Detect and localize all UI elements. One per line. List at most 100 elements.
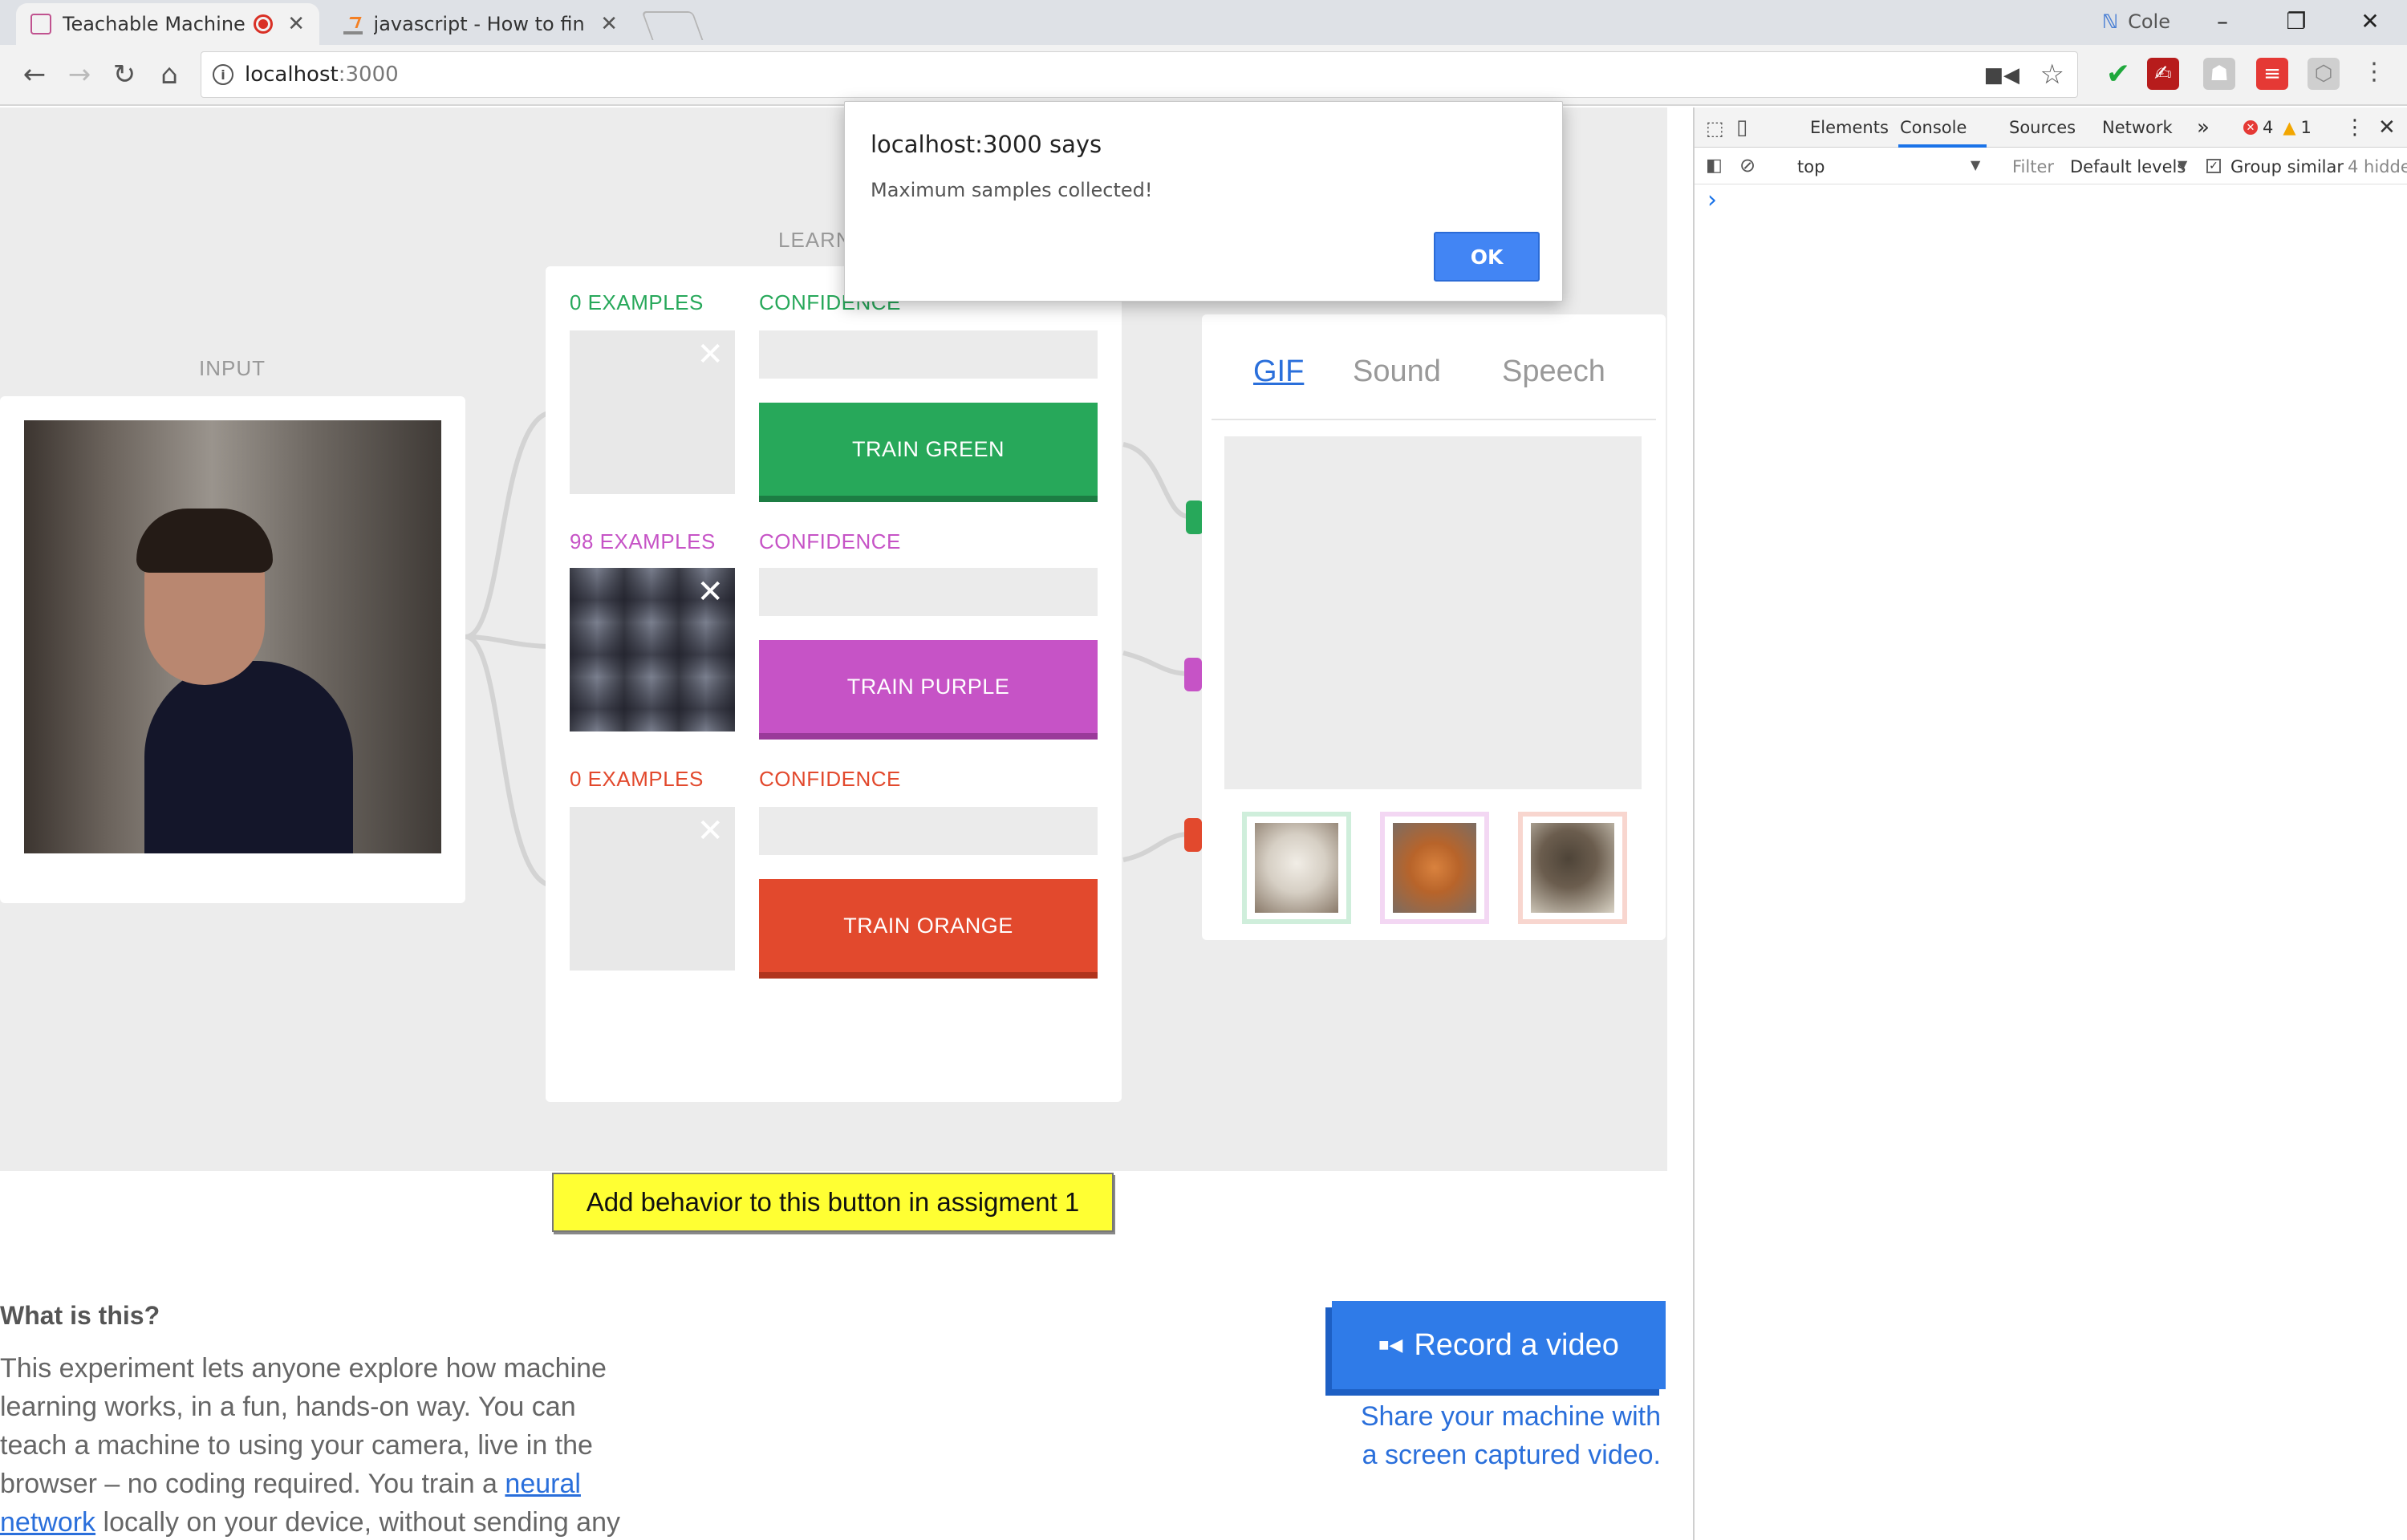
more-tabs-icon[interactable]: » <box>2197 116 2210 140</box>
neural-network-link[interactable]: network <box>0 1507 95 1538</box>
train-green-button[interactable]: TRAIN GREEN <box>759 403 1098 496</box>
sidebar-toggle-icon[interactable]: ◧ <box>1706 156 1723 176</box>
devtools-menu-icon[interactable]: ⋮ <box>2344 116 2365 140</box>
checkmark-extension-icon[interactable]: ✔ <box>2102 58 2134 91</box>
close-devtools-icon[interactable]: ✕ <box>2378 116 2396 140</box>
tab-gif[interactable]: GIF <box>1253 355 1304 389</box>
gif-preview-area <box>1224 436 1642 789</box>
learning-label: LEARN <box>778 228 852 252</box>
back-button[interactable]: ← <box>13 53 56 96</box>
green-examples-box: ✕ <box>570 330 735 494</box>
reload-button[interactable]: ↻ <box>103 53 146 96</box>
wire-orange-to-output <box>1122 832 1190 862</box>
devtools-tab-network[interactable]: Network <box>2102 118 2173 137</box>
purple-confidence-bar <box>759 568 1098 616</box>
bookmark-star-icon[interactable]: ☆ <box>2040 59 2064 91</box>
learning-card: 0 EXAMPLES CONFIDENCE ✕ TRAIN GREEN 98 E… <box>546 266 1122 1102</box>
tab-sound[interactable]: Sound <box>1353 355 1441 389</box>
home-icon: ⌂ <box>160 59 178 91</box>
tab-title: Teachable Machine <box>62 13 246 35</box>
forward-button[interactable]: → <box>58 53 101 96</box>
restore-button[interactable]: ❐ <box>2259 0 2333 42</box>
group-similar-label: Group similar <box>2230 157 2344 176</box>
devtools-panel: ⬚ ▯ Elements Console Sources Network » ✕… <box>1693 107 2407 1540</box>
green-examples-count: 0 EXAMPLES <box>570 290 704 314</box>
browser-tab-strip: Teachable Machine ✕ javascript - How to … <box>0 0 2407 45</box>
error-count[interactable]: ✕ 4 ▲ 1 <box>2243 118 2312 137</box>
hidden-messages-count: 4 hidde <box>2348 157 2407 176</box>
close-window-button[interactable]: ✕ <box>2333 0 2407 42</box>
pdf-extension-icon[interactable]: ✍ <box>2147 58 2179 90</box>
description-line: This experiment lets anyone explore how … <box>0 1353 607 1384</box>
description-line: network locally on your device, without … <box>0 1507 620 1538</box>
assignment-button[interactable]: Add behavior to this button in assigment… <box>552 1173 1114 1232</box>
wire-purple-to-output <box>1122 650 1190 676</box>
wire-input-to-orange <box>465 634 554 888</box>
device-toolbar-icon[interactable]: ▯ <box>1736 116 1747 140</box>
chrome-menu-icon[interactable]: ⋮ <box>2362 58 2386 86</box>
webcam-person-hair <box>136 509 273 573</box>
dialog-message: Maximum samples collected! <box>871 179 1153 201</box>
dialog-ok-button[interactable]: OK <box>1434 232 1540 282</box>
page-viewport: INPUT LEARN 0 EXAMPLES CONFIDENCE ✕ TRAI… <box>0 107 1667 1540</box>
train-orange-button[interactable]: TRAIN ORANGE <box>759 879 1098 972</box>
gif-option-orange[interactable] <box>1518 812 1627 924</box>
gray-extension-icon[interactable]: ☗ <box>2203 58 2235 90</box>
clear-console-icon[interactable]: ⊘ <box>1739 154 1756 176</box>
console-filter-bar: ◧ ⊘ top ▼ Filter Default levels ▼ ✓ Grou… <box>1695 148 2407 184</box>
output-tabs-divider <box>1212 419 1656 420</box>
record-video-button[interactable]: ■◀ Record a video <box>1332 1301 1666 1389</box>
gif-option-green[interactable] <box>1242 812 1351 924</box>
tab-teachable-machine[interactable]: Teachable Machine ✕ <box>16 3 319 45</box>
cube-extension-icon[interactable]: ⬡ <box>2308 58 2340 90</box>
gif-option-purple[interactable] <box>1380 812 1489 924</box>
site-info-icon[interactable]: i <box>213 64 233 85</box>
green-confidence-bar <box>759 330 1098 379</box>
camera-in-use-icon[interactable]: ■◀ <box>1983 63 2019 87</box>
clear-orange-examples-icon[interactable]: ✕ <box>696 815 724 847</box>
warning-icon: ▲ <box>2283 118 2296 137</box>
console-prompt-icon[interactable]: › <box>1707 186 1717 214</box>
browser-toolbar: ← → ↻ ⌂ i localhost:3000 ■◀ ☆ ✔ ✍ ☗ ≡ ⬡ … <box>0 45 2407 106</box>
train-purple-button[interactable]: TRAIN PURPLE <box>759 640 1098 733</box>
log-levels-dropdown[interactable]: Default levels <box>2070 157 2186 176</box>
forward-arrow-icon: → <box>67 59 91 91</box>
home-button[interactable]: ⌂ <box>148 53 191 96</box>
purple-confidence-label: CONFIDENCE <box>759 529 901 553</box>
devtools-tab-console[interactable]: Console <box>1900 118 1967 137</box>
new-tab-button[interactable] <box>641 11 704 40</box>
devtools-tabbar: ⬚ ▯ Elements Console Sources Network » ✕… <box>1695 107 2407 148</box>
purple-output-port <box>1184 658 1202 691</box>
clear-purple-examples-icon[interactable]: ✕ <box>696 576 724 608</box>
profile-name: Cole <box>2128 10 2170 33</box>
close-tab-icon[interactable]: ✕ <box>287 12 305 36</box>
group-similar-checkbox[interactable]: ✓ <box>2206 159 2221 173</box>
orange-confidence-label: CONFIDENCE <box>759 767 901 791</box>
console-filter-input[interactable]: Filter <box>2012 157 2054 176</box>
levels-dropdown-icon[interactable]: ▼ <box>2178 157 2187 172</box>
video-camera-icon: ■◀ <box>1378 1335 1403 1355</box>
error-icon: ✕ <box>2243 120 2258 135</box>
profile-button[interactable]: ℕ Cole <box>2102 8 2170 35</box>
clear-green-examples-icon[interactable]: ✕ <box>696 338 724 371</box>
address-url: localhost:3000 <box>245 63 399 87</box>
share-line: a screen captured video. <box>1362 1440 1661 1470</box>
devtools-tab-sources[interactable]: Sources <box>2009 118 2076 137</box>
neural-network-link[interactable]: neural <box>505 1469 581 1499</box>
tab-stackoverflow[interactable]: javascript - How to find t ✕ <box>329 3 632 45</box>
minimize-button[interactable]: – <box>2186 0 2259 42</box>
close-tab-icon[interactable]: ✕ <box>600 12 618 36</box>
context-selector[interactable]: top <box>1797 157 1825 176</box>
description-paragraph: This experiment lets anyone explore how … <box>0 1349 722 1540</box>
record-video-label: Record a video <box>1414 1327 1619 1362</box>
context-dropdown-icon[interactable]: ▼ <box>1971 157 1980 172</box>
todoist-extension-icon[interactable]: ≡ <box>2256 58 2288 90</box>
purple-examples-count: 98 EXAMPLES <box>570 529 716 553</box>
orange-dog-icon <box>1393 823 1476 913</box>
green-output-port <box>1186 500 1204 534</box>
devtools-tab-elements[interactable]: Elements <box>1810 118 1889 137</box>
tab-speech[interactable]: Speech <box>1502 355 1605 389</box>
orange-examples-box: ✕ <box>570 807 735 971</box>
inspect-element-icon[interactable]: ⬚ <box>1706 117 1724 140</box>
address-bar[interactable]: i localhost:3000 ■◀ ☆ <box>201 51 2078 98</box>
